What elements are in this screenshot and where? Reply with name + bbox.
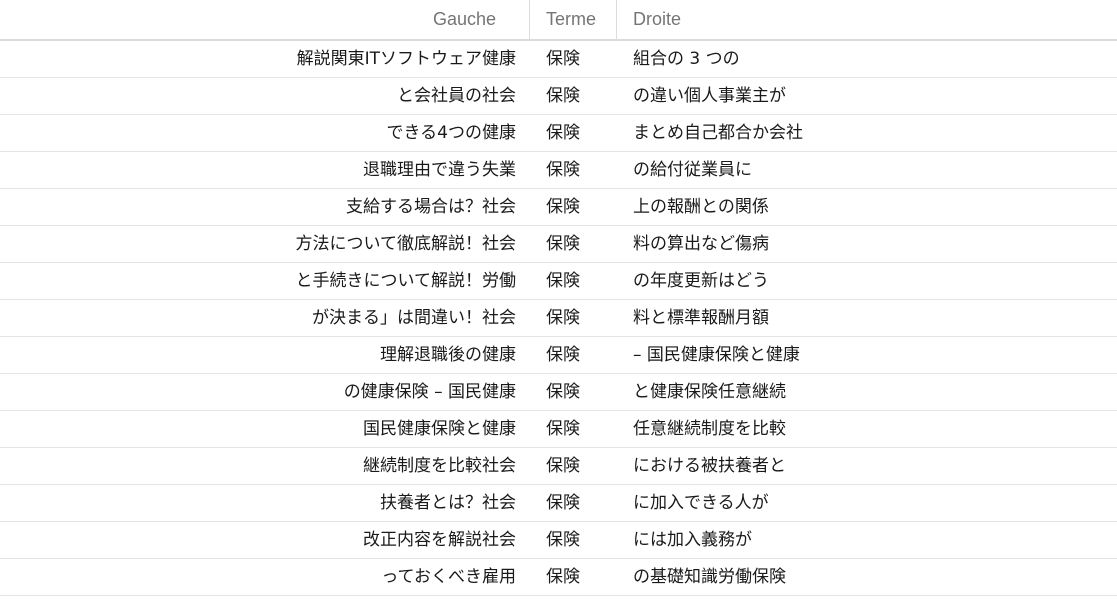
keyword-term: 保険: [546, 419, 580, 439]
right-context: の給付従業員に: [633, 160, 752, 180]
right-context: における被扶養者と: [633, 456, 786, 476]
table-row[interactable]: と手続きについて解説！労働 保険 の年度更新はどう: [0, 263, 1117, 300]
left-context: 改正内容を解説社会: [363, 530, 516, 550]
keyword-term: 保険: [546, 86, 580, 106]
table-header: Gauche Terme Droite: [0, 0, 1117, 41]
column-header-left[interactable]: Gauche: [0, 0, 529, 39]
keyword-term: 保険: [546, 197, 580, 217]
table-row[interactable]: が決まる」は間違い！社会 保険 料と標準報酬月額: [0, 300, 1117, 337]
table-row[interactable]: 支給する場合は？社会 保険 上の報酬との関係: [0, 189, 1117, 226]
keyword-term: 保険: [546, 345, 580, 365]
right-context: 料の算出など傷病: [633, 234, 769, 254]
keyword-term: 保険: [546, 456, 580, 476]
left-context: 継続制度を比較社会: [363, 456, 516, 476]
keyword-term: 保険: [546, 160, 580, 180]
left-context: と会社員の社会: [397, 86, 516, 106]
right-context: 上の報酬との関係: [633, 197, 769, 217]
right-context: まとめ自己都合か会社: [633, 123, 803, 143]
right-context: 料と標準報酬月額: [633, 308, 769, 328]
keyword-term: 保険: [546, 382, 580, 402]
keyword-term: 保険: [546, 123, 580, 143]
table-row[interactable]: 方法について徹底解説！社会 保険 料の算出など傷病: [0, 226, 1117, 263]
table-row[interactable]: 扶養者とは？社会 保険 に加入できる人が: [0, 485, 1117, 522]
table-row[interactable]: っておくべき雇用 保険 の基礎知識労働保険: [0, 559, 1117, 596]
right-context: の年度更新はどう: [633, 271, 769, 291]
keyword-term: 保険: [546, 308, 580, 328]
right-context: の基礎知識労働保険: [633, 567, 786, 587]
column-header-right[interactable]: Droite: [616, 0, 1117, 39]
left-context: できる4つの健康: [386, 123, 516, 143]
left-context: と手続きについて解説！労働: [295, 271, 517, 291]
table-row[interactable]: の健康保険 – 国民健康 保険 と健康保険任意継続: [0, 374, 1117, 411]
left-context: 解説関東ITソフトウェア健康: [296, 49, 516, 69]
left-context: 退職理由で違う失業: [363, 160, 516, 180]
left-context: 国民健康保険と健康: [363, 419, 516, 439]
keyword-term: 保険: [546, 493, 580, 513]
right-context: 組合の 3 つの: [633, 49, 740, 69]
column-header-term[interactable]: Terme: [529, 0, 616, 39]
left-context: 扶養者とは？社会: [380, 493, 516, 513]
table-body: 解説関東ITソフトウェア健康 保険 組合の 3 つの と会社員の社会 保険 の違…: [0, 41, 1117, 596]
kwic-concordance-table: Gauche Terme Droite 解説関東ITソフトウェア健康 保険 組合…: [0, 0, 1117, 596]
left-context: 理解退職後の健康: [380, 345, 516, 365]
left-context: 方法について徹底解説！社会: [295, 234, 517, 254]
right-context: には加入義務が: [633, 530, 752, 550]
table-row[interactable]: 理解退職後の健康 保険 – 国民健康保険と健康: [0, 337, 1117, 374]
keyword-term: 保険: [546, 234, 580, 254]
keyword-term: 保険: [546, 271, 580, 291]
table-row[interactable]: 退職理由で違う失業 保険 の給付従業員に: [0, 152, 1117, 189]
left-context: の健康保険 – 国民健康: [343, 382, 516, 402]
right-context: と健康保険任意継続: [633, 382, 786, 402]
table-row[interactable]: 国民健康保険と健康 保険 任意継続制度を比較: [0, 411, 1117, 448]
keyword-term: 保険: [546, 530, 580, 550]
left-context: っておくべき雇用: [381, 567, 516, 587]
table-row[interactable]: と会社員の社会 保険 の違い個人事業主が: [0, 78, 1117, 115]
right-context: の違い個人事業主が: [633, 86, 786, 106]
keyword-term: 保険: [546, 49, 580, 69]
table-row[interactable]: 改正内容を解説社会 保険 には加入義務が: [0, 522, 1117, 559]
left-context: 支給する場合は？社会: [346, 197, 516, 217]
keyword-term: 保険: [546, 567, 580, 587]
right-context: 任意継続制度を比較: [633, 419, 786, 439]
table-row[interactable]: 解説関東ITソフトウェア健康 保険 組合の 3 つの: [0, 41, 1117, 78]
table-row[interactable]: 継続制度を比較社会 保険 における被扶養者と: [0, 448, 1117, 485]
left-context: が決まる」は間違い！社会: [312, 308, 516, 328]
table-row[interactable]: できる4つの健康 保険 まとめ自己都合か会社: [0, 115, 1117, 152]
right-context: に加入できる人が: [633, 493, 769, 513]
right-context: – 国民健康保険と健康: [633, 345, 800, 365]
